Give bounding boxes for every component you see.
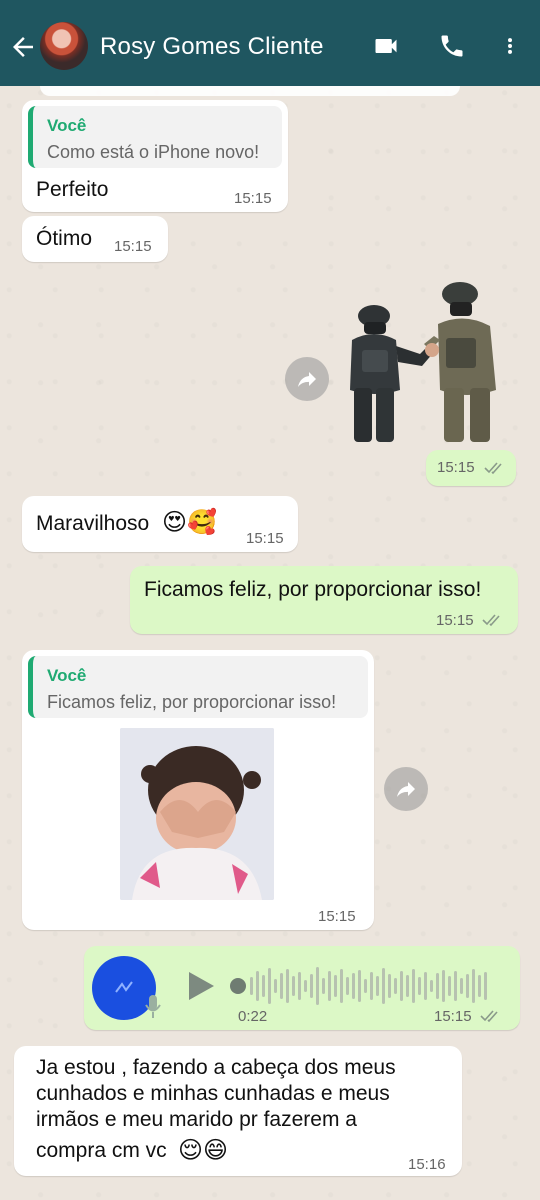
message-emoji: 😍🥰 — [162, 508, 217, 536]
waveform-bar — [334, 975, 337, 997]
waveform-bar — [394, 978, 397, 994]
message-text: Ótimo — [36, 227, 93, 250]
waveform-bar — [388, 974, 391, 998]
waveform-bar — [352, 973, 355, 999]
waveform-bar — [412, 969, 415, 1003]
back-arrow-icon[interactable] — [8, 32, 38, 62]
read-ticks-icon — [484, 462, 502, 475]
waveform-bar — [262, 975, 265, 997]
waveform-bar — [316, 967, 319, 1005]
more-vert-icon[interactable] — [500, 32, 520, 60]
contact-avatar[interactable] — [40, 22, 88, 70]
incoming-message[interactable]: Você Como está o iPhone novo! Perfeito 1… — [22, 100, 288, 212]
waveform-bar — [376, 976, 379, 996]
waveform-bar — [418, 977, 421, 995]
waveform-bar — [484, 972, 487, 1000]
read-ticks-icon — [482, 614, 500, 627]
chat-header: Rosy Gomes Cliente — [0, 0, 540, 86]
voice-waveform[interactable] — [250, 964, 496, 1008]
waveform-bar — [364, 979, 367, 993]
waveform-bar — [466, 974, 469, 998]
waveform-bar — [340, 969, 343, 1003]
message-time: 15:15 — [437, 459, 475, 476]
message-emoji: 😌😄 — [178, 1136, 229, 1164]
message-text: Perfeito — [36, 178, 109, 201]
waveform-bar — [436, 973, 439, 999]
waveform-bar — [298, 972, 301, 1000]
message-text-line: Ja estou , fazendo a cabeça dos meus — [36, 1056, 396, 1079]
incoming-image-message[interactable]: Você Ficamos feliz, por proporcionar iss… — [22, 650, 374, 930]
incoming-message[interactable]: Maravilhoso 😍🥰 15:15 — [22, 496, 298, 552]
waveform-bar — [424, 972, 427, 1000]
quoted-message[interactable]: Você Ficamos feliz, por proporcionar iss… — [28, 656, 368, 718]
waveform-bar — [304, 980, 307, 992]
waveform-bar — [448, 976, 451, 996]
waveform-bar — [310, 974, 313, 998]
outgoing-voice-message[interactable]: 0:22 15:15 — [84, 946, 520, 1030]
waveform-bar — [322, 978, 325, 994]
waveform-bar — [430, 980, 433, 992]
waveform-bar — [478, 975, 481, 997]
child-heart-photo[interactable] — [120, 728, 274, 900]
soldiers-sticker[interactable] — [340, 280, 520, 450]
forward-button[interactable] — [384, 767, 428, 811]
quoted-message[interactable]: Você Como está o iPhone novo! — [28, 106, 282, 168]
forward-button[interactable] — [285, 357, 329, 401]
waveform-bar — [460, 978, 463, 994]
voice-duration: 0:22 — [238, 1008, 268, 1025]
read-ticks-icon — [480, 1010, 498, 1023]
waveform-bar — [280, 973, 283, 999]
waveform-bar — [346, 977, 349, 995]
waveform-bar — [256, 971, 259, 1001]
message-text-line: compra cm vc — [36, 1139, 167, 1162]
message-time: 15:15 — [246, 530, 284, 547]
contact-name[interactable]: Rosy Gomes Cliente — [100, 33, 324, 61]
message-text-line: cunhados e minhas cunhadas e meus — [36, 1082, 390, 1105]
waveform-bar — [328, 971, 331, 1001]
outgoing-sticker-meta: 15:15 — [426, 450, 516, 486]
waveform-bar — [292, 976, 295, 996]
video-call-icon[interactable] — [370, 32, 402, 60]
waveform-bar — [442, 970, 445, 1002]
forward-icon — [397, 782, 415, 797]
waveform-bar — [250, 977, 253, 995]
seek-handle[interactable] — [230, 978, 246, 994]
waveform-bar — [268, 968, 271, 1004]
incoming-message[interactable]: Ótimo 15:15 — [22, 216, 168, 262]
incoming-message[interactable]: Ja estou , fazendo a cabeça dos meus cun… — [14, 1046, 462, 1176]
message-text: Maravilhoso — [36, 512, 150, 535]
waveform-bar — [472, 969, 475, 1003]
message-time: 15:15 — [436, 612, 474, 629]
message-time: 15:15 — [114, 238, 152, 255]
message-time: 15:15 — [434, 1008, 472, 1025]
message-text: Ficamos feliz, por proporcionar isso! — [144, 578, 482, 601]
previous-message-edge — [40, 86, 460, 96]
quote-author: Você — [47, 666, 87, 685]
phone-icon[interactable] — [438, 32, 466, 60]
play-icon[interactable] — [186, 970, 216, 1002]
quote-author: Você — [47, 116, 87, 135]
quote-text: Ficamos feliz, por proporcionar isso! — [47, 692, 337, 712]
waveform-bar — [406, 975, 409, 997]
waveform-bar — [358, 970, 361, 1002]
quote-text: Como está o iPhone novo! — [47, 142, 260, 162]
outgoing-message[interactable]: Ficamos feliz, por proporcionar isso! 15… — [130, 566, 518, 634]
message-time: 15:15 — [234, 190, 272, 207]
forward-icon — [298, 372, 316, 387]
waveform-bar — [274, 979, 277, 993]
message-time: 15:16 — [408, 1156, 446, 1173]
waveform-bar — [370, 972, 373, 1000]
waveform-bar — [454, 971, 457, 1001]
message-time: 15:15 — [318, 908, 356, 925]
waveform-bar — [382, 968, 385, 1004]
message-text-line: irmãos e meu marido pr fazerem a — [36, 1108, 357, 1131]
waveform-bar — [400, 971, 403, 1001]
mic-icon — [145, 995, 161, 1018]
waveform-bar — [286, 969, 289, 1003]
